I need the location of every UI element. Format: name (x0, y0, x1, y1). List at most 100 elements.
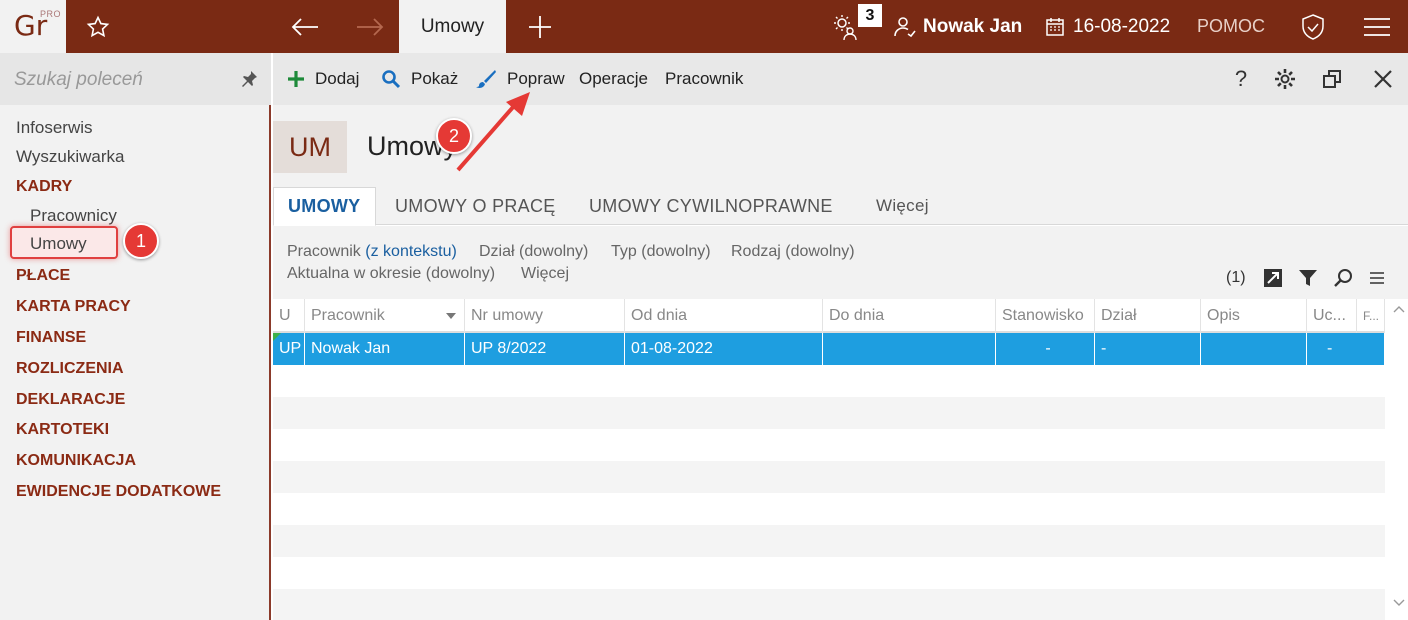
sort-down-icon (446, 313, 456, 319)
logo-pro: PRO (40, 9, 62, 19)
employee-menu[interactable]: Pracownik (665, 53, 743, 105)
sidebar-section-deklaracje[interactable]: DEKLARACJE (16, 391, 125, 409)
sidebar-item-infoserwis[interactable]: Infoserwis (16, 118, 93, 138)
command-search (0, 53, 271, 105)
column-uc[interactable]: Uc... (1307, 299, 1357, 333)
current-date[interactable]: 16-08-2022 (1073, 0, 1170, 53)
filter-more[interactable]: Więcej (521, 265, 569, 283)
sidebar-section-kartoteki[interactable]: KARTOTEKI (16, 421, 109, 439)
sidebar-section-rozliczenia[interactable]: ROZLICZENIA (16, 360, 124, 378)
list-menu-icon[interactable] (1370, 267, 1384, 289)
cell-employee: Nowak Jan (305, 333, 465, 365)
tab-umowy-cywilnoprawne[interactable]: UMOWY CYWILNOPRAWNE (589, 187, 833, 225)
sidebar-item-wyszukiwarka[interactable]: Wyszukiwarka (16, 147, 124, 167)
column-u[interactable]: U (273, 299, 305, 333)
scroll-up-icon[interactable] (1393, 305, 1405, 313)
table-row-empty (273, 589, 1385, 620)
notifications-icon[interactable] (828, 0, 862, 53)
record-count: (1) (1226, 269, 1246, 286)
contracts-table: U Pracownik Nr umowy Od dnia Do dnia Sta… (273, 299, 1385, 620)
sidebar-section-ewidencje[interactable]: EWIDENCJE DODATKOWE (16, 483, 221, 501)
cell-description (1201, 333, 1307, 365)
toolbar: Dodaj Pokaż Popraw Operacje Pracownik ? (273, 53, 1408, 105)
tab-more[interactable]: Więcej (876, 187, 929, 225)
annotation-arrow-icon (456, 92, 530, 172)
sidebar-section-place[interactable]: PŁACE (16, 267, 70, 285)
add-button[interactable]: Dodaj (287, 53, 359, 105)
pin-icon[interactable] (240, 70, 258, 88)
table-row-empty (273, 493, 1385, 525)
vertical-scrollbar[interactable] (1390, 299, 1408, 620)
table-row-empty (273, 365, 1385, 397)
export-icon[interactable] (1263, 267, 1283, 289)
table-header: U Pracownik Nr umowy Od dnia Do dnia Sta… (273, 299, 1385, 333)
cell-department: - (1095, 333, 1201, 365)
filter-type[interactable]: Typ (dowolny) (611, 243, 711, 261)
column-department[interactable]: Dział (1095, 299, 1201, 333)
app-logo[interactable]: Gr PRO (0, 0, 66, 53)
close-icon[interactable] (1369, 65, 1397, 93)
module-code-badge: UM (273, 121, 347, 173)
column-employee[interactable]: Pracownik (305, 299, 465, 333)
notifications-badge: 3 (858, 4, 882, 27)
filter-employee-context[interactable]: (z kontekstu) (365, 243, 457, 260)
filter-funnel-icon[interactable] (1298, 267, 1318, 289)
calendar-icon[interactable] (1044, 0, 1066, 53)
help-link[interactable]: POMOC (1197, 0, 1265, 53)
filter-employee-label: Pracownik (287, 243, 361, 260)
table-row-empty (273, 525, 1385, 557)
hamburger-menu-icon[interactable] (1362, 0, 1392, 53)
tab-umowy[interactable]: UMOWY (273, 187, 376, 226)
sidebar-item-umowy[interactable]: Umowy (30, 234, 87, 254)
tab-umowy-window[interactable]: Umowy (399, 0, 506, 53)
column-to[interactable]: Do dnia (823, 299, 996, 333)
filter-department[interactable]: Dział (dowolny) (479, 243, 588, 261)
new-tab-plus-icon[interactable] (524, 0, 556, 53)
table-row[interactable]: UP Nowak Jan UP 8/2022 01-08-2022 - - - (273, 333, 1385, 365)
tab-bar: UMOWY UMOWY O PRACĘ UMOWY CYWILNOPRAWNE … (273, 187, 1408, 226)
show-button-label: Pokaż (411, 69, 459, 88)
sidebar-section-komunikacja[interactable]: KOMUNIKACJA (16, 452, 136, 470)
sidebar-section-karta-pracy[interactable]: KARTA PRACY (16, 298, 131, 316)
filter-period[interactable]: Aktualna w okresie (dowolny) (287, 265, 495, 283)
filter-kind[interactable]: Rodzaj (dowolny) (731, 243, 855, 261)
user-switch-icon[interactable] (892, 0, 918, 53)
sidebar-section-finanse[interactable]: FINANSE (16, 329, 86, 347)
brush-icon (476, 70, 496, 88)
restore-window-icon[interactable] (1318, 65, 1346, 93)
sidebar: Infoserwis Wyszukiwarka KADRY Pracownicy… (0, 53, 271, 620)
filter-employee[interactable]: Pracownik (z kontekstu) (287, 243, 457, 261)
security-shield-icon[interactable] (1298, 0, 1328, 53)
filter-panel: Pracownik (z kontekstu) Dział (dowolny) … (273, 226, 1408, 299)
column-position[interactable]: Stanowisko (996, 299, 1095, 333)
tab-umowy-o-prace[interactable]: UMOWY O PRACĘ (395, 187, 556, 225)
edit-button-label: Popraw (507, 69, 565, 88)
sidebar-section-kadry[interactable]: KADRY (16, 178, 72, 196)
back-arrow-icon[interactable] (285, 0, 325, 53)
command-search-input[interactable] (14, 65, 224, 95)
top-bar: Gr PRO Umowy 3 Nowak Jan 16-08-2022 POMO… (0, 0, 1408, 53)
forward-arrow-icon[interactable] (350, 0, 390, 53)
column-employee-label: Pracownik (311, 307, 385, 324)
current-user[interactable]: Nowak Jan (923, 0, 1022, 53)
table-row-empty (273, 397, 1385, 429)
cell-from: 01-08-2022 (625, 333, 823, 365)
help-question-icon[interactable]: ? (1227, 65, 1255, 93)
column-number[interactable]: Nr umowy (465, 299, 625, 333)
step-marker-1: 1 (123, 223, 159, 259)
cell-position: - (996, 333, 1095, 365)
plus-icon (288, 71, 304, 87)
search-icon[interactable] (1333, 267, 1353, 289)
favorite-star-icon[interactable] (80, 0, 116, 53)
operations-menu[interactable]: Operacje (579, 53, 648, 105)
show-button[interactable]: Pokaż (381, 53, 458, 105)
column-f[interactable]: F... (1357, 299, 1385, 333)
cell-number: UP 8/2022 (465, 333, 625, 365)
scroll-down-icon[interactable] (1393, 599, 1405, 607)
settings-gear-icon[interactable] (1271, 65, 1299, 93)
table-row-empty (273, 429, 1385, 461)
column-from[interactable]: Od dnia (625, 299, 823, 333)
sidebar-item-pracownicy[interactable]: Pracownicy (30, 206, 117, 226)
add-button-label: Dodaj (315, 69, 360, 88)
column-description[interactable]: Opis (1201, 299, 1307, 333)
